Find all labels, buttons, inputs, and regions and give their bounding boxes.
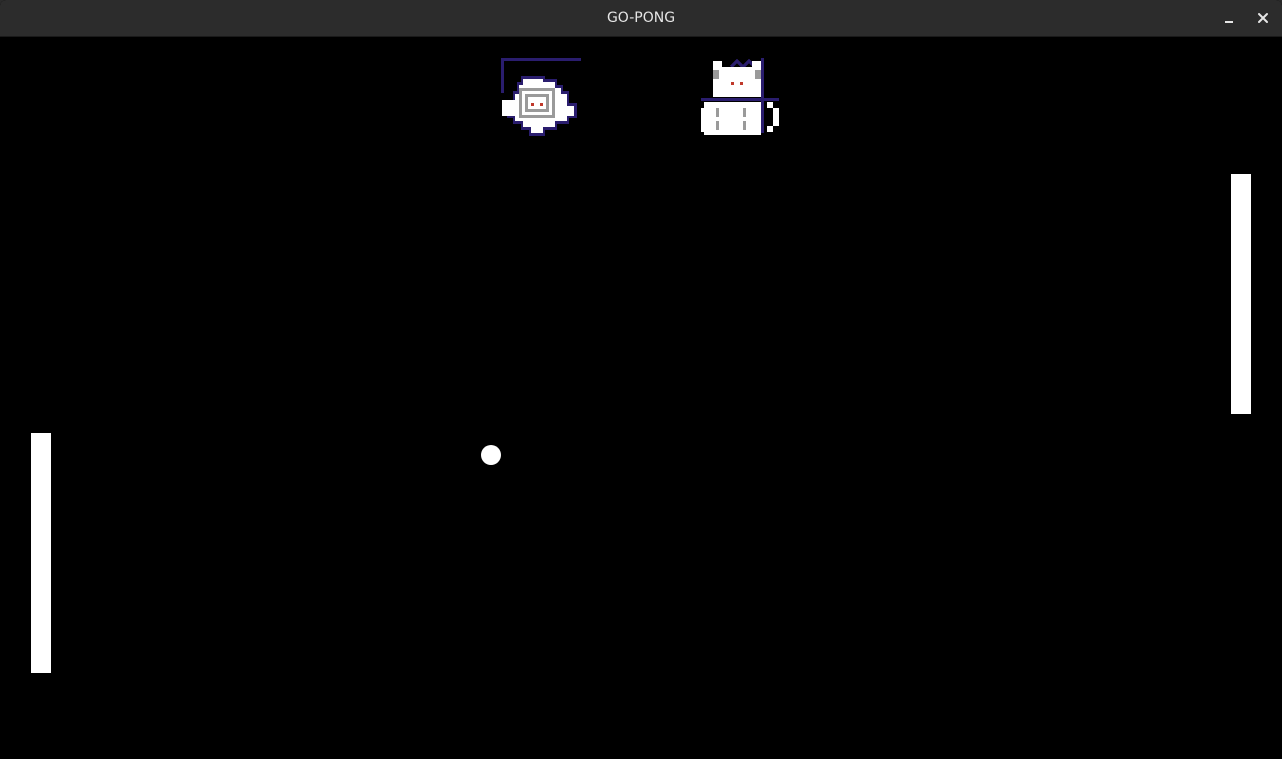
minimize-button[interactable] (1217, 6, 1241, 30)
window-title: GO-PONG (606, 10, 676, 26)
game-canvas[interactable] (1, 38, 1281, 758)
title-bar[interactable]: GO-PONG (0, 0, 1282, 37)
player-right-avatar (701, 58, 781, 138)
game-window: GO-PONG (0, 0, 1282, 759)
ghost-icon (501, 58, 581, 136)
ball (481, 445, 501, 465)
right-paddle (1231, 174, 1251, 414)
left-paddle[interactable] (31, 433, 51, 673)
minimize-icon (1225, 21, 1233, 23)
cat-icon (701, 58, 779, 135)
player-left-avatar (501, 58, 581, 138)
close-icon (1258, 13, 1268, 23)
close-button[interactable] (1251, 6, 1275, 30)
